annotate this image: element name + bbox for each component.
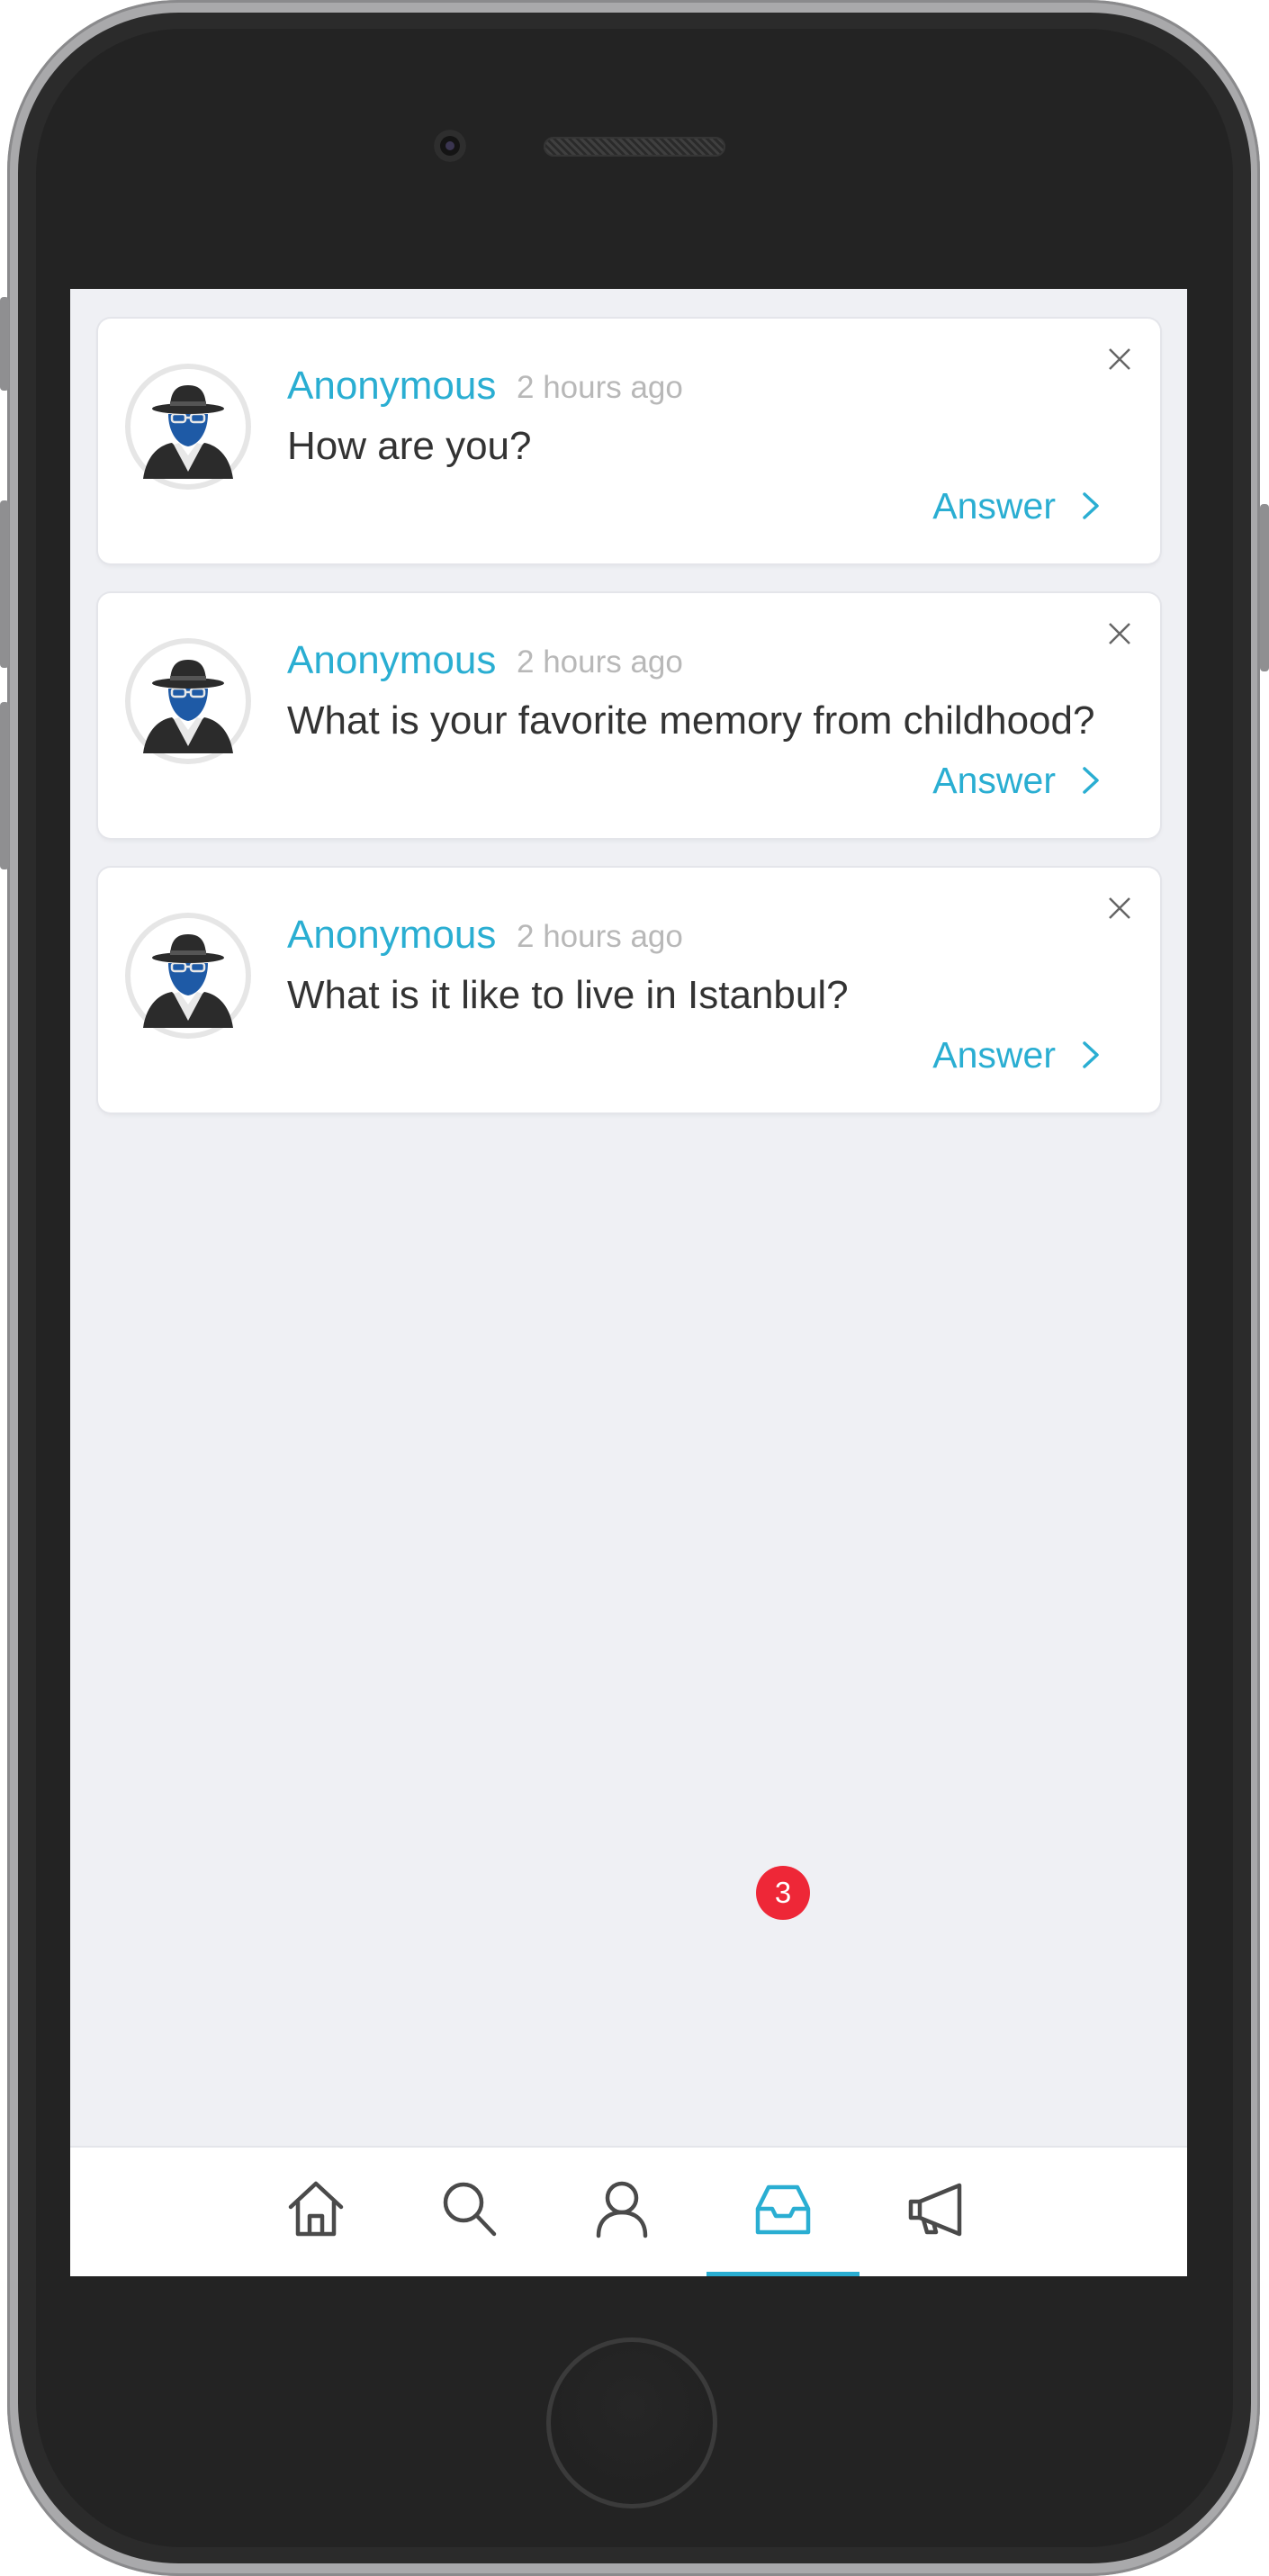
- question-author[interactable]: Anonymous: [287, 364, 496, 409]
- anonymous-avatar: [125, 913, 251, 1039]
- power-button: [1260, 504, 1269, 671]
- close-icon: [1109, 897, 1130, 919]
- anonymous-avatar: [125, 638, 251, 764]
- dismiss-button[interactable]: [1106, 620, 1133, 647]
- tab-announcements[interactable]: [860, 2148, 1012, 2276]
- answer-button[interactable]: Answer: [932, 481, 1101, 531]
- answer-button[interactable]: Answer: [932, 1030, 1101, 1080]
- answer-label: Answer: [932, 484, 1056, 527]
- chevron-right-icon: [1083, 492, 1099, 519]
- answer-label: Answer: [932, 1033, 1056, 1076]
- question-author[interactable]: Anonymous: [287, 913, 496, 958]
- answer-button[interactable]: Answer: [932, 755, 1101, 806]
- question-card: Anonymous 2 hours ago What is it like to…: [98, 868, 1160, 1112]
- dismiss-button[interactable]: [1106, 346, 1133, 373]
- close-icon: [1109, 348, 1130, 370]
- app-screen: Anonymous 2 hours ago How are you? Answe…: [70, 289, 1187, 2276]
- chevron-right-icon: [1083, 767, 1099, 794]
- chevron-right-icon: [1083, 1041, 1099, 1068]
- tab-inbox[interactable]: [706, 2148, 860, 2276]
- front-camera: [434, 130, 466, 162]
- volume-up-button: [0, 500, 9, 668]
- anonymous-avatar: [125, 364, 251, 490]
- close-icon: [1109, 623, 1130, 644]
- answer-label: Answer: [932, 759, 1056, 801]
- question-timestamp: 2 hours ago: [517, 370, 683, 405]
- active-tab-indicator: [706, 2272, 860, 2276]
- tab-home[interactable]: [239, 2148, 392, 2276]
- mute-switch: [0, 297, 9, 391]
- question-timestamp: 2 hours ago: [517, 644, 683, 680]
- tab-search[interactable]: [392, 2148, 545, 2276]
- inbox-notification-badge: 3: [756, 1866, 810, 1920]
- search-icon: [443, 2182, 497, 2237]
- question-text: What is it like to live in Istanbul?: [287, 973, 849, 1017]
- spy-icon: [143, 660, 233, 753]
- question-text: What is your favorite memory from childh…: [287, 698, 1095, 743]
- home-icon: [288, 2181, 344, 2237]
- tab-profile[interactable]: [545, 2148, 698, 2276]
- spy-icon: [143, 385, 233, 479]
- spy-icon: [143, 934, 233, 1028]
- question-card: Anonymous 2 hours ago What is your favor…: [98, 593, 1160, 838]
- profile-icon: [596, 2181, 648, 2238]
- dismiss-button[interactable]: [1106, 895, 1133, 922]
- megaphone-icon: [908, 2183, 962, 2237]
- bottom-tab-bar: [70, 2146, 1187, 2276]
- home-button[interactable]: [546, 2337, 717, 2508]
- question-text: How are you?: [287, 424, 532, 468]
- volume-down-button: [0, 702, 9, 869]
- question-card: Anonymous 2 hours ago How are you? Answe…: [98, 319, 1160, 563]
- earpiece-speaker: [544, 137, 725, 157]
- question-timestamp: 2 hours ago: [517, 919, 683, 954]
- inbox-icon: [755, 2184, 811, 2235]
- question-author[interactable]: Anonymous: [287, 638, 496, 683]
